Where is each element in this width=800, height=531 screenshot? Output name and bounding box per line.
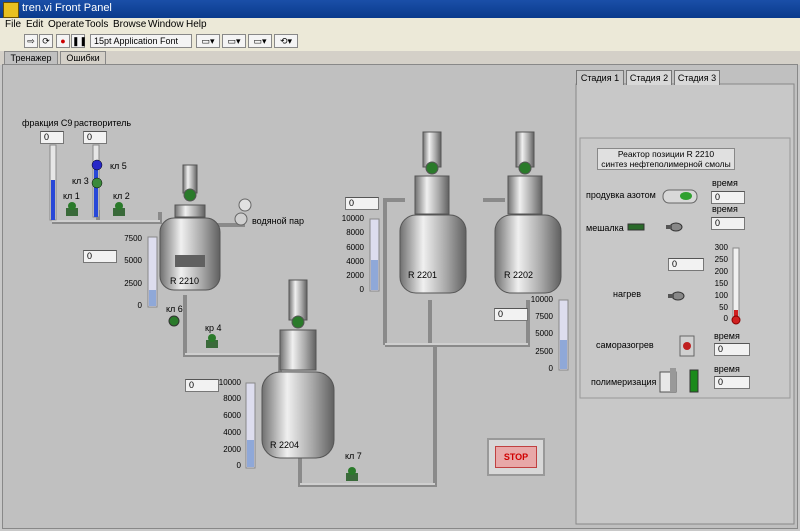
reactor-r2204[interactable] bbox=[261, 279, 335, 459]
temp-tick: 50 bbox=[719, 303, 728, 312]
nitrogen-purge-button[interactable] bbox=[662, 189, 698, 204]
r2201-tick: 0 bbox=[359, 285, 364, 294]
polymerization-label: полимеризация bbox=[591, 377, 657, 387]
thermometer-icon bbox=[731, 247, 741, 325]
stirrer-label: мешалка bbox=[586, 223, 624, 233]
temp-tick: 200 bbox=[714, 267, 728, 276]
reactor-r2201[interactable] bbox=[399, 131, 467, 294]
temp-tick: 250 bbox=[714, 255, 728, 264]
valve-kl2-label: кл 2 bbox=[113, 191, 130, 201]
r2204-tick: 10000 bbox=[218, 378, 241, 387]
temp-tick: 0 bbox=[723, 314, 728, 323]
r2201-tick: 6000 bbox=[346, 243, 364, 252]
polymerization-time-label: время bbox=[714, 364, 740, 374]
r2202-tick: 2500 bbox=[535, 347, 553, 356]
polymerization-time-value[interactable]: 0 bbox=[714, 376, 750, 389]
heating-label: нагрев bbox=[613, 289, 642, 299]
reactor-r2204-label: R 2204 bbox=[270, 440, 300, 450]
reactor-title-box: Реактор позиции R 2210 синтез нефтеполим… bbox=[597, 148, 735, 170]
self-heating-time-label: время bbox=[714, 331, 740, 341]
stirrer-time-label: время bbox=[712, 204, 738, 214]
valve-kl7-label: кл 7 bbox=[345, 451, 362, 461]
nitrogen-time-label: время bbox=[712, 178, 738, 188]
valve-kl1-icon[interactable] bbox=[66, 202, 78, 216]
r2204-tick: 0 bbox=[236, 461, 241, 470]
r2210-tick: 5000 bbox=[124, 256, 142, 265]
tab-stage-1[interactable]: Стадия 1 bbox=[576, 70, 624, 85]
steam-trap-icon bbox=[234, 198, 252, 226]
reactor-r2210[interactable] bbox=[159, 164, 221, 291]
r2210-tick: 0 bbox=[137, 301, 142, 310]
stirrer-time-value[interactable]: 0 bbox=[711, 217, 745, 230]
valve-kl7-icon[interactable] bbox=[346, 467, 358, 481]
stirrer-led bbox=[627, 223, 645, 231]
tab-stage-2[interactable]: Стадия 2 bbox=[626, 70, 672, 85]
valve-kl6-label: кл 6 bbox=[166, 304, 183, 314]
temp-tick: 150 bbox=[714, 279, 728, 288]
tab-stage-3[interactable]: Стадия 3 bbox=[674, 70, 720, 85]
r2202-tick: 0 bbox=[548, 364, 553, 373]
r2204-tick: 6000 bbox=[223, 411, 241, 420]
self-heating-led[interactable] bbox=[679, 335, 695, 357]
temp-tick: 300 bbox=[714, 243, 728, 252]
temp-tick: 100 bbox=[714, 291, 728, 300]
stop-button[interactable]: STOP bbox=[487, 438, 545, 476]
reactor-r2202[interactable] bbox=[494, 131, 562, 294]
nitrogen-time-value[interactable]: 0 bbox=[711, 191, 745, 204]
self-heating-label: саморазогрев bbox=[596, 340, 654, 350]
valve-kl5-label: кл 5 bbox=[110, 161, 127, 171]
r2201-tick: 4000 bbox=[346, 257, 364, 266]
c9-label: фракция C9 bbox=[22, 118, 73, 128]
reactor-r2201-label: R 2201 bbox=[408, 270, 438, 280]
valve-kr4-label: кр 4 bbox=[205, 323, 222, 333]
stop-button-label: STOP bbox=[495, 446, 537, 468]
polymerization-button[interactable] bbox=[659, 368, 677, 393]
r2204-tick: 2000 bbox=[223, 445, 241, 454]
valve-kl6-icon[interactable] bbox=[168, 315, 180, 327]
solvent-label: растворитель bbox=[74, 118, 132, 128]
r2210-tick: 7500 bbox=[124, 234, 142, 243]
r2201-tick: 10000 bbox=[341, 214, 364, 223]
valve-kl2-icon[interactable] bbox=[113, 202, 125, 216]
r2201-tick: 8000 bbox=[346, 228, 364, 237]
polymerization-led bbox=[689, 369, 699, 393]
valve-kl1-label: кл 1 bbox=[63, 191, 80, 201]
valve-kl3-indicator-icon[interactable] bbox=[91, 177, 103, 189]
reactor-title-line1: Реактор позиции R 2210 bbox=[617, 149, 715, 159]
c9-value[interactable]: 0 bbox=[40, 131, 64, 144]
steam-label: водяной пар bbox=[252, 216, 305, 226]
reactor-r2202-label: R 2202 bbox=[504, 270, 534, 280]
valve-kr4-icon[interactable] bbox=[206, 334, 218, 348]
solvent-value[interactable]: 0 bbox=[83, 131, 107, 144]
nitrogen-label: продувка азотом bbox=[586, 190, 656, 200]
r2201-tick: 2000 bbox=[346, 271, 364, 280]
reactor-title-line2: синтез нефтеполимерной смолы bbox=[601, 159, 731, 169]
reactor-r2210-label: R 2210 bbox=[170, 276, 200, 286]
valve-kl5-indicator-icon[interactable] bbox=[91, 159, 103, 171]
self-heating-time-value[interactable]: 0 bbox=[714, 343, 750, 356]
r2202-tick: 5000 bbox=[535, 329, 553, 338]
r2204-tick: 8000 bbox=[223, 394, 241, 403]
r2202-tick: 7500 bbox=[535, 312, 553, 321]
valve-kl3-label: кл 3 bbox=[72, 176, 89, 186]
r2204-tick: 4000 bbox=[223, 428, 241, 437]
r2210-tick: 2500 bbox=[124, 279, 142, 288]
r2201-level-value[interactable]: 0 bbox=[345, 197, 379, 210]
r2202-tick: 10000 bbox=[530, 295, 553, 304]
